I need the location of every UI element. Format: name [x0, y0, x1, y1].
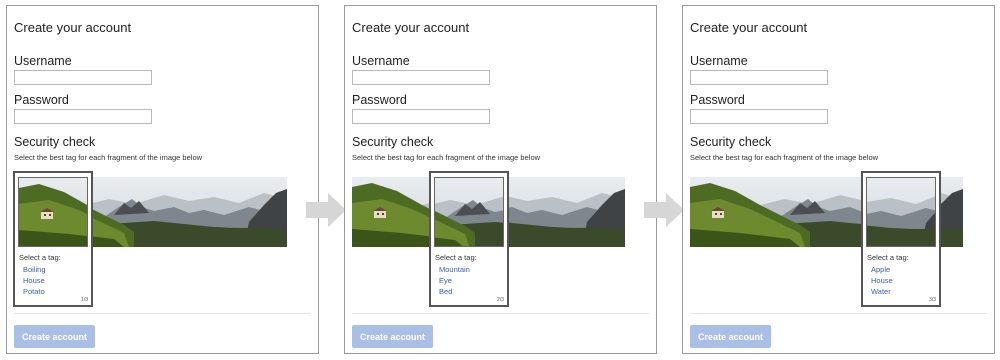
select-tag-label: Select a tag:	[19, 253, 61, 262]
fragment-selector: Select a tag: Boiling House Potato 1/3	[13, 171, 93, 307]
signup-panel-2: Create your account Username Password Se…	[344, 5, 657, 354]
tag-option[interactable]: Apple	[871, 265, 890, 274]
create-account-button[interactable]: Create account	[14, 325, 95, 348]
fragment-counter: 2/3	[497, 297, 504, 303]
security-instruction: Select the best tag for each fragment of…	[690, 153, 879, 162]
password-field[interactable]	[14, 109, 152, 124]
password-label: Password	[690, 93, 745, 107]
password-field[interactable]	[352, 109, 490, 124]
create-account-button[interactable]: Create account	[690, 325, 771, 348]
fragment-zoom-image	[18, 177, 88, 247]
password-field[interactable]	[690, 109, 828, 124]
tag-option[interactable]: Water	[871, 287, 891, 296]
select-tag-label: Select a tag:	[435, 253, 477, 262]
username-label: Username	[690, 54, 748, 68]
form-title: Create your account	[690, 20, 808, 35]
tag-option[interactable]: Boiling	[23, 265, 46, 274]
security-title: Security check	[690, 135, 772, 149]
tag-option[interactable]: House	[871, 276, 893, 285]
divider	[690, 313, 987, 314]
tag-option[interactable]: Bed	[439, 287, 452, 296]
divider	[14, 313, 311, 314]
create-account-button[interactable]: Create account	[352, 325, 433, 348]
username-label: Username	[14, 54, 72, 68]
password-label: Password	[352, 93, 407, 107]
fragment-counter: 3/3	[929, 297, 936, 303]
select-tag-label: Select a tag:	[867, 253, 909, 262]
tag-option[interactable]: Eye	[439, 276, 452, 285]
username-field[interactable]	[352, 70, 490, 85]
fragment-zoom-image	[434, 177, 504, 247]
fragment-selector: Select a tag: Apple House Water 3/3	[861, 171, 941, 307]
security-title: Security check	[352, 135, 434, 149]
tag-option[interactable]: House	[23, 276, 45, 285]
password-label: Password	[14, 93, 69, 107]
form-title: Create your account	[352, 20, 470, 35]
form-title: Create your account	[14, 20, 132, 35]
divider	[352, 313, 649, 314]
signup-panel-3: Create your account Username Password Se…	[682, 5, 995, 354]
tag-option[interactable]: Potato	[23, 287, 45, 296]
tag-option[interactable]: Mountain	[439, 265, 470, 274]
username-field[interactable]	[14, 70, 152, 85]
fragment-zoom-image	[866, 177, 936, 247]
signup-panel-1: Create your account Username Password Se…	[6, 5, 319, 354]
security-instruction: Select the best tag for each fragment of…	[352, 153, 541, 162]
fragment-counter: 1/3	[81, 297, 88, 303]
username-label: Username	[352, 54, 410, 68]
security-instruction: Select the best tag for each fragment of…	[14, 153, 203, 162]
right-arrow-icon	[644, 193, 684, 227]
username-field[interactable]	[690, 70, 828, 85]
security-title: Security check	[14, 135, 96, 149]
fragment-selector: Select a tag: Mountain Eye Bed 2/3	[429, 171, 509, 307]
right-arrow-icon	[306, 193, 346, 227]
